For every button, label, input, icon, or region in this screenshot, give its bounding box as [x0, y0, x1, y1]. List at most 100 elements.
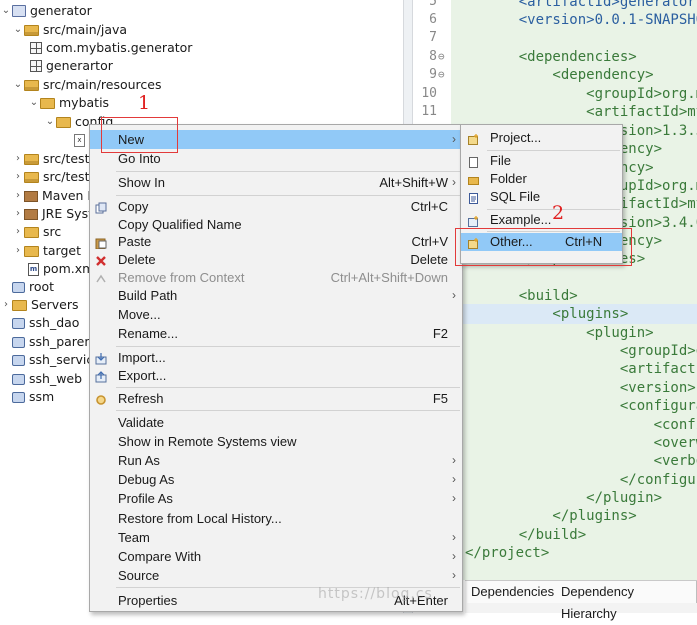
tree-item-xml-file[interactable]: x	[74, 131, 89, 149]
menu-item-import[interactable]: Import...	[90, 348, 462, 367]
tree-item-jre-system[interactable]: › JRE Syst	[12, 205, 93, 223]
annotation-number: 1	[138, 92, 151, 114]
expand-icon[interactable]: ⌄	[0, 2, 12, 20]
project-icon	[12, 281, 25, 293]
code-line: <confi	[485, 417, 697, 433]
submenu-label: Example...	[490, 212, 552, 227]
submenu-item-sql-file[interactable]: SQL File	[461, 188, 622, 206]
menu-item-refresh[interactable]: Refresh F5	[90, 389, 462, 408]
menu-shortcut: Delete	[410, 252, 448, 267]
fold-icon[interactable]: ⊖	[438, 66, 445, 84]
source-folder-icon	[24, 79, 39, 91]
expand-icon[interactable]: ⌄	[12, 21, 24, 39]
project-icon	[12, 5, 26, 17]
tree-item-src[interactable]: › src	[12, 223, 61, 241]
new-folder-icon	[468, 173, 479, 185]
menu-item-debug-as[interactable]: Debug As ›	[90, 470, 462, 489]
tree-item-generator[interactable]: ⌄ generator	[0, 2, 92, 20]
menu-shortcut: Alt+Shift+W	[379, 175, 448, 190]
tree-item-ssh-service[interactable]: ssh_service	[12, 351, 101, 369]
submenu-item-folder[interactable]: Folder	[461, 170, 622, 188]
submenu-item-project[interactable]: Project...	[461, 129, 622, 147]
tree-item-ssm[interactable]: ssm	[12, 388, 54, 406]
code-line: <plugin>	[485, 325, 654, 341]
menu-label: Rename...	[118, 326, 178, 341]
tree-item-servers[interactable]: › Servers	[0, 296, 79, 314]
submenu-item-file[interactable]: File	[461, 152, 622, 170]
menu-item-copy[interactable]: Copy Ctrl+C	[90, 197, 462, 216]
menu-item-show-remote-systems[interactable]: Show in Remote Systems view	[90, 432, 462, 451]
expand-icon[interactable]: ›	[12, 168, 24, 186]
expand-icon[interactable]: ›	[12, 187, 24, 205]
menu-item-delete[interactable]: Delete Delete	[90, 250, 462, 269]
menu-separator	[116, 195, 460, 196]
expand-icon[interactable]: ⌄	[12, 76, 24, 94]
tree-item-ssh-web[interactable]: ssh_web	[12, 370, 82, 388]
annotation-box-other	[455, 228, 632, 266]
menu-item-move[interactable]: Move...	[90, 305, 462, 324]
menu-item-validate[interactable]: Validate	[90, 413, 462, 432]
submenu-label: Project...	[490, 130, 542, 145]
library-icon	[24, 208, 38, 220]
pom-editor[interactable]: <artifactId>generator <version>0.0.1-SNA…	[451, 0, 697, 580]
tree-item-mybatis[interactable]: ⌄ mybatis	[28, 94, 109, 112]
menu-item-compare-with[interactable]: Compare With ›	[90, 547, 462, 566]
menu-item-restore-history[interactable]: Restore from Local History...	[90, 509, 462, 528]
code-line: <artifactId>myb	[485, 104, 697, 120]
submenu-item-example[interactable]: Example...	[461, 211, 622, 229]
line-number: 10	[421, 86, 437, 101]
tree-item-pom[interactable]: m pom.xm	[28, 260, 94, 278]
menu-label: Move...	[118, 307, 161, 322]
code-line: <artifactI	[485, 361, 697, 377]
menu-label: Restore from Local History...	[118, 511, 282, 526]
menu-item-profile-as[interactable]: Profile As ›	[90, 489, 462, 508]
tree-item-package[interactable]: generartor	[30, 57, 113, 75]
context-menu: New › Go Into Show In Alt+Shift+W › Copy Ctr…	[89, 124, 463, 612]
menu-item-export[interactable]: Export...	[90, 366, 462, 385]
tree-item-ssh-dao[interactable]: ssh_dao	[12, 314, 79, 332]
paste-icon	[95, 235, 107, 250]
submenu-arrow-icon: ›	[452, 288, 456, 302]
tree-item-src-main-java[interactable]: ⌄ src/main/java	[12, 21, 127, 39]
menu-item-source[interactable]: Source ›	[90, 566, 462, 585]
menu-label: Export...	[118, 368, 167, 383]
menu-item-build-path[interactable]: Build Path ›	[90, 286, 462, 305]
tab-dependencies[interactable]: Dependencies	[467, 581, 560, 603]
export-icon	[95, 369, 107, 383]
expand-icon[interactable]: ›	[12, 242, 24, 260]
package-icon	[30, 42, 42, 54]
tree-item-root[interactable]: root	[12, 278, 54, 296]
menu-item-team[interactable]: Team ›	[90, 528, 462, 547]
tree-item-target[interactable]: › target	[12, 242, 81, 260]
tree-item-label: Servers	[31, 297, 79, 312]
folder-icon	[56, 116, 71, 128]
expand-icon[interactable]: ›	[12, 150, 24, 168]
expand-icon[interactable]: ›	[12, 205, 24, 223]
annotation-box-new	[101, 117, 178, 153]
tree-item-maven-dependencies[interactable]: › Maven D	[12, 187, 97, 205]
expand-icon[interactable]: ›	[0, 296, 12, 314]
tree-item-label: src/test	[43, 169, 90, 184]
tree-item-label: ssm	[29, 389, 55, 404]
menu-item-run-as[interactable]: Run As ›	[90, 451, 462, 470]
menu-label: Remove from Context	[118, 270, 245, 285]
code-line: <artifactId>generator	[485, 0, 696, 10]
fold-icon[interactable]: ⊖	[438, 48, 445, 66]
menu-label: Import...	[118, 350, 166, 365]
expand-icon[interactable]: ›	[12, 223, 24, 241]
expand-icon[interactable]: ⌄	[44, 113, 56, 131]
folder-icon	[24, 245, 39, 257]
menu-label: Profile As	[118, 491, 173, 506]
tree-item-ssh-parent[interactable]: ssh_parent	[12, 333, 97, 351]
tab-dependency-hierarchy[interactable]: Dependency Hierarchy	[557, 581, 697, 621]
menu-item-rename[interactable]: Rename... F2	[90, 324, 462, 343]
tree-item-package[interactable]: com.mybatis.generator	[30, 39, 192, 57]
menu-shortcut: F2	[432, 326, 448, 341]
tree-item-src-test[interactable]: › src/test	[12, 150, 89, 168]
tree-item-label: ssh_web	[29, 371, 83, 386]
menu-item-paste[interactable]: Paste Ctrl+V	[90, 232, 462, 251]
tree-item-src-test[interactable]: › src/test	[12, 168, 89, 186]
menu-item-show-in[interactable]: Show In Alt+Shift+W ›	[90, 173, 462, 192]
expand-icon[interactable]: ⌄	[28, 94, 40, 112]
menu-shortcut: Ctrl+C	[410, 199, 448, 214]
